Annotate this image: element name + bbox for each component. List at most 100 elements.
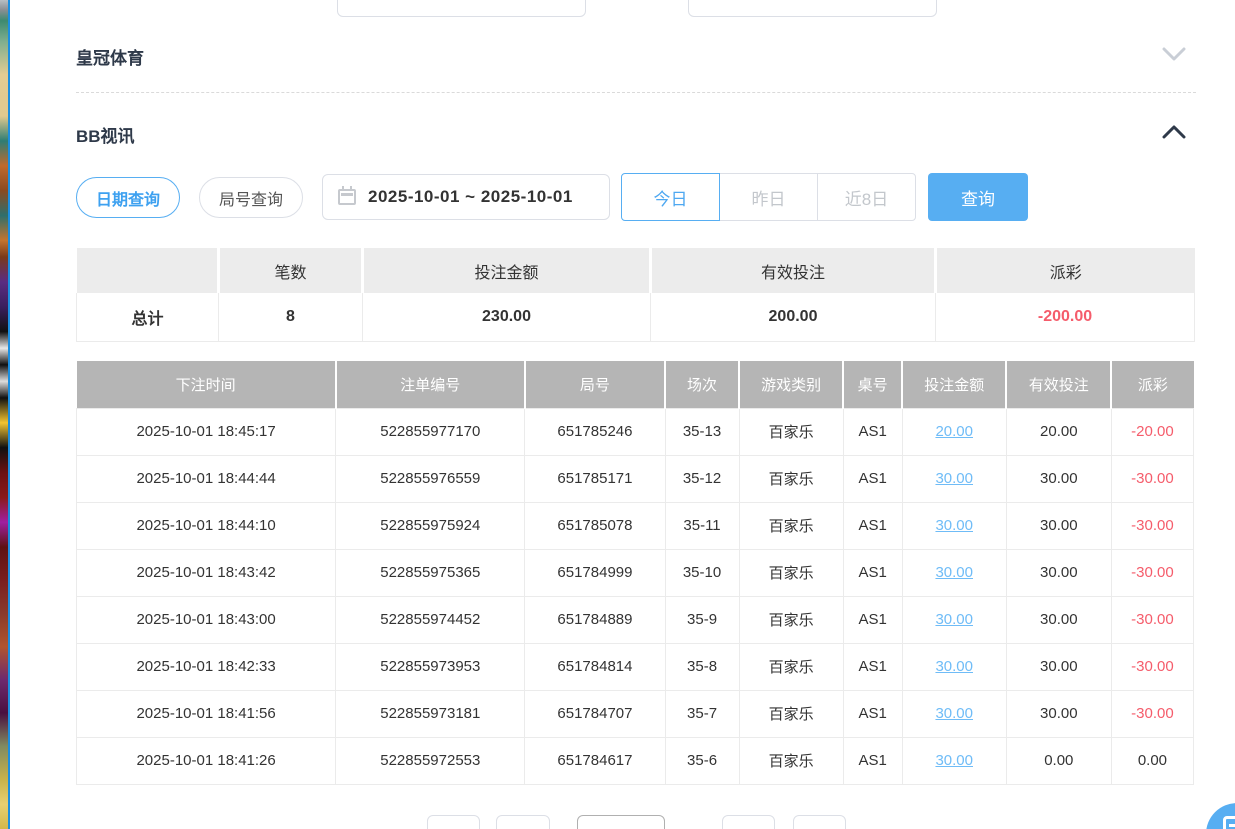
cell-round-id: 651785246 <box>525 408 665 455</box>
records-panel: 皇冠体育 BB视讯 日期查询 局号查询 2025-10-01 ~ 2025-10… <box>10 0 1235 829</box>
bet-amount-link[interactable]: 30.00 <box>935 705 973 722</box>
cell-payout: 0.00 <box>1111 737 1193 784</box>
top-input-field-1[interactable] <box>337 0 586 17</box>
summary-header-row: 笔数投注金额有效投注派彩 <box>77 248 1195 293</box>
bet-amount-link[interactable]: 30.00 <box>935 611 973 628</box>
table-row: 2025-10-01 18:43:42522855975365651784999… <box>77 549 1194 596</box>
cell-bet-id: 522855977170 <box>336 408 525 455</box>
cell-valid-bet: 30.00 <box>1006 455 1111 502</box>
summary-count: 8 <box>219 293 363 341</box>
cell-round-id: 651784889 <box>525 596 665 643</box>
bet-amount-link[interactable]: 30.00 <box>935 658 973 675</box>
detail-header-cell: 局号 <box>525 361 665 408</box>
cell-bet-time: 2025-10-01 18:41:56 <box>77 690 336 737</box>
chevron-up-icon[interactable] <box>1162 124 1186 139</box>
cell-bet-id: 522855976559 <box>336 455 525 502</box>
table-row: 2025-10-01 18:41:26522855972553651784617… <box>77 737 1194 784</box>
cell-valid-bet: 30.00 <box>1006 549 1111 596</box>
bet-amount-link[interactable]: 30.00 <box>935 564 973 581</box>
cell-session: 35-11 <box>665 502 739 549</box>
cell-payout: -30.00 <box>1111 596 1193 643</box>
cell-payout: -20.00 <box>1111 408 1193 455</box>
date-range-value: 2025-10-01 ~ 2025-10-01 <box>368 187 573 207</box>
table-row: 2025-10-01 18:42:33522855973953651784814… <box>77 643 1194 690</box>
date-range-picker[interactable]: 2025-10-01 ~ 2025-10-01 <box>322 174 610 220</box>
tab-date-query[interactable]: 日期查询 <box>76 177 180 218</box>
cell-game-type: 百家乐 <box>739 549 843 596</box>
cell-valid-bet: 20.00 <box>1006 408 1111 455</box>
cell-table-no: AS1 <box>843 596 902 643</box>
pagination-button-5[interactable] <box>793 815 846 829</box>
chevron-down-icon[interactable] <box>1162 47 1186 62</box>
cell-bet-time: 2025-10-01 18:43:42 <box>77 549 336 596</box>
cell-session: 35-8 <box>665 643 739 690</box>
summary-header-cell <box>77 248 219 293</box>
table-row: 2025-10-01 18:44:44522855976559651785171… <box>77 455 1194 502</box>
bet-amount-link[interactable]: 30.00 <box>935 470 973 487</box>
cell-valid-bet: 30.00 <box>1006 596 1111 643</box>
cell-payout: -30.00 <box>1111 690 1193 737</box>
bet-amount-link[interactable]: 30.00 <box>935 752 973 769</box>
search-button[interactable]: 查询 <box>928 173 1028 221</box>
cell-bet-amount: 30.00 <box>902 549 1006 596</box>
cell-bet-id: 522855973181 <box>336 690 525 737</box>
cell-valid-bet: 30.00 <box>1006 690 1111 737</box>
bet-detail-table: 下注时间注单编号局号场次游戏类别桌号投注金额有效投注派彩 2025-10-01 … <box>76 361 1194 785</box>
section-title-bb-video: BB视讯 <box>76 122 135 147</box>
cell-bet-id: 522855972553 <box>336 737 525 784</box>
section-title-crown-sports: 皇冠体育 <box>76 44 144 69</box>
cell-round-id: 651785171 <box>525 455 665 502</box>
cell-bet-amount: 30.00 <box>902 596 1006 643</box>
cell-table-no: AS1 <box>843 502 902 549</box>
cell-payout: -30.00 <box>1111 455 1193 502</box>
cell-bet-id: 522855974452 <box>336 596 525 643</box>
cell-bet-amount: 30.00 <box>902 502 1006 549</box>
quick-button-昨日[interactable]: 昨日 <box>719 173 818 221</box>
cell-bet-id: 522855975924 <box>336 502 525 549</box>
pagination-page-select[interactable] <box>577 815 665 829</box>
cell-session: 35-6 <box>665 737 739 784</box>
detail-header-row: 下注时间注单编号局号场次游戏类别桌号投注金额有效投注派彩 <box>77 361 1194 408</box>
cell-round-id: 651785078 <box>525 502 665 549</box>
section-divider <box>76 92 1196 93</box>
cell-round-id: 651784707 <box>525 690 665 737</box>
cell-game-type: 百家乐 <box>739 596 843 643</box>
summary-header-cell: 投注金额 <box>363 248 651 293</box>
floating-records-button[interactable] <box>1206 803 1235 829</box>
quick-button-今日[interactable]: 今日 <box>621 173 720 221</box>
cell-game-type: 百家乐 <box>739 737 843 784</box>
cell-valid-bet: 30.00 <box>1006 502 1111 549</box>
pagination-button-1[interactable] <box>427 815 480 829</box>
cell-table-no: AS1 <box>843 737 902 784</box>
cell-bet-id: 522855973953 <box>336 643 525 690</box>
cell-bet-time: 2025-10-01 18:45:17 <box>77 408 336 455</box>
tab-round-query[interactable]: 局号查询 <box>199 177 303 218</box>
quick-button-近8日[interactable]: 近8日 <box>817 173 916 221</box>
cell-session: 35-12 <box>665 455 739 502</box>
detail-header-cell: 注单编号 <box>336 361 525 408</box>
detail-header-cell: 游戏类别 <box>739 361 843 408</box>
bet-amount-link[interactable]: 20.00 <box>935 423 973 440</box>
cell-bet-id: 522855975365 <box>336 549 525 596</box>
cell-bet-time: 2025-10-01 18:41:26 <box>77 737 336 784</box>
cell-bet-amount: 30.00 <box>902 455 1006 502</box>
detail-header-cell: 派彩 <box>1111 361 1193 408</box>
detail-header-cell: 下注时间 <box>77 361 336 408</box>
summary-valid-bet: 200.00 <box>651 293 936 341</box>
pagination-button-4[interactable] <box>722 815 775 829</box>
cell-game-type: 百家乐 <box>739 455 843 502</box>
top-input-field-2[interactable] <box>688 0 937 17</box>
cell-table-no: AS1 <box>843 690 902 737</box>
detail-header-cell: 场次 <box>665 361 739 408</box>
cell-table-no: AS1 <box>843 643 902 690</box>
cell-session: 35-9 <box>665 596 739 643</box>
cell-game-type: 百家乐 <box>739 408 843 455</box>
bet-amount-link[interactable]: 30.00 <box>935 517 973 534</box>
table-row: 2025-10-01 18:45:17522855977170651785246… <box>77 408 1194 455</box>
cell-game-type: 百家乐 <box>739 643 843 690</box>
cell-table-no: AS1 <box>843 455 902 502</box>
cell-round-id: 651784814 <box>525 643 665 690</box>
cell-session: 35-13 <box>665 408 739 455</box>
cell-bet-amount: 30.00 <box>902 737 1006 784</box>
pagination-button-2[interactable] <box>496 815 550 829</box>
